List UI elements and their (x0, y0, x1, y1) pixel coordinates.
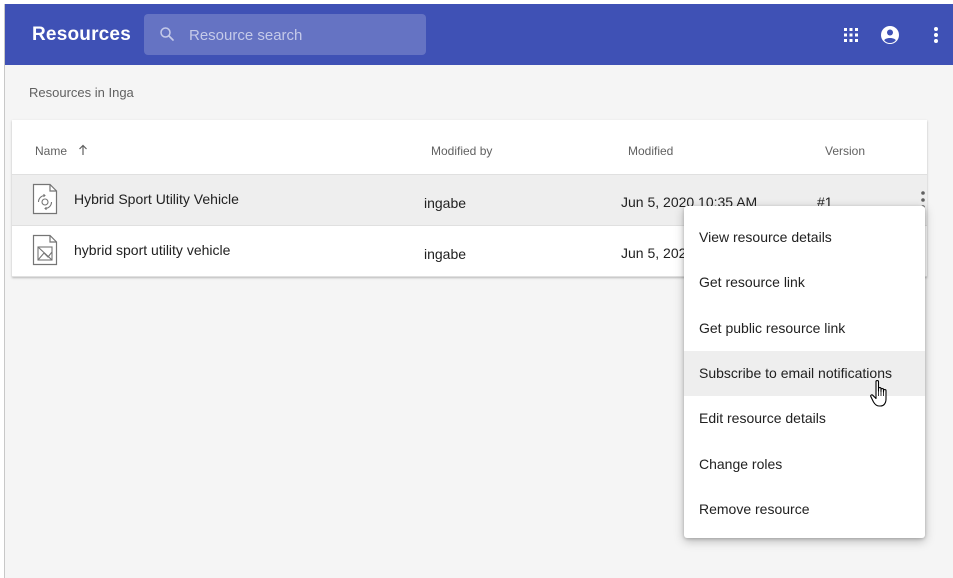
apps-grid-icon[interactable] (840, 24, 862, 46)
modified-by-cell: ingabe (424, 246, 467, 262)
app-bar: Resources (5, 4, 953, 65)
menu-item-get-resource-link[interactable]: Get resource link (684, 260, 925, 305)
column-header-modified[interactable]: Modified (628, 144, 673, 158)
modified-cell: Jun 5, 202 (621, 245, 687, 261)
breadcrumb: Resources in Inga (29, 85, 134, 100)
model-resource-icon (32, 183, 58, 215)
menu-item-change-roles[interactable]: Change roles (684, 442, 925, 487)
search-icon (160, 27, 174, 41)
table-header: Name Modified by Modified Version (12, 120, 927, 175)
more-vert-icon[interactable] (925, 24, 947, 46)
column-header-name[interactable]: Name (35, 144, 88, 158)
hand-pointer-cursor-icon (870, 379, 887, 407)
search-input[interactable] (189, 24, 409, 46)
resource-name[interactable]: Hybrid Sport Utility Vehicle (74, 191, 239, 207)
menu-item-get-public-resource-link[interactable]: Get public resource link (684, 306, 925, 351)
app-window: Resources Resource search Resources in I… (4, 4, 953, 578)
app-title: Resources (32, 24, 131, 45)
modified-by-cell: ingabe (424, 195, 467, 211)
sort-ascending-icon (79, 144, 88, 155)
search-box[interactable] (144, 14, 426, 55)
account-circle-icon[interactable] (879, 24, 901, 46)
image-resource-icon (32, 234, 58, 266)
column-header-modified-by[interactable]: Modified by (431, 144, 492, 158)
column-header-version[interactable]: Version (825, 144, 865, 158)
resource-name[interactable]: hybrid sport utility vehicle (74, 242, 230, 258)
resource-context-menu: View resource details Get resource link … (684, 206, 925, 538)
menu-item-remove-resource[interactable]: Remove resource (684, 487, 925, 532)
menu-item-view-resource-details[interactable]: View resource details (684, 215, 925, 260)
